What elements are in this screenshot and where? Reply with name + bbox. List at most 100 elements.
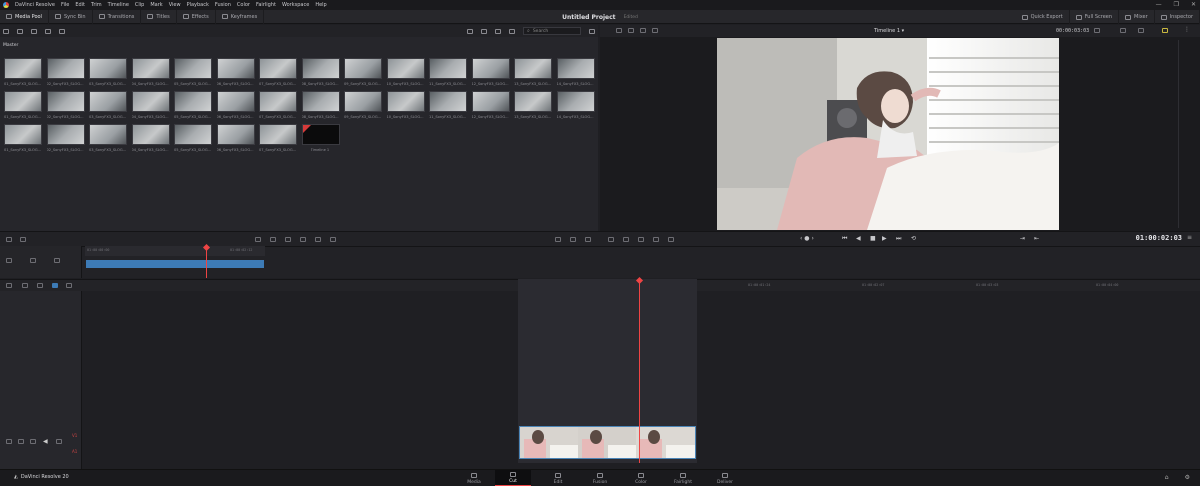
trim-tool-icon[interactable] [608, 237, 614, 242]
place-on-top-icon[interactable] [315, 237, 321, 242]
clip-thumbnail[interactable] [131, 124, 170, 145]
menu-color[interactable]: Color [237, 2, 250, 8]
audio-level-icon[interactable] [22, 283, 28, 288]
loop-button[interactable]: ⟲ [911, 235, 916, 242]
play-button[interactable]: ▶ [882, 235, 887, 242]
marker-icon[interactable] [638, 237, 644, 242]
clip-thumbnail[interactable] [556, 91, 595, 112]
safe-area-icon[interactable] [1138, 28, 1144, 33]
maximize-button[interactable]: ❐ [1174, 1, 1179, 8]
menu-timeline[interactable]: Timeline [108, 2, 129, 8]
stop-button[interactable]: ■ [870, 235, 876, 242]
mute-icon[interactable] [54, 258, 60, 263]
track-height-icon[interactable] [585, 237, 591, 242]
video-track-icon[interactable] [56, 439, 62, 444]
mixer-button[interactable]: Mixer [1119, 10, 1155, 24]
clip-thumbnail[interactable] [89, 124, 127, 145]
go-to-end-button[interactable]: ⏭ [896, 235, 901, 243]
clip-thumbnail[interactable] [4, 124, 42, 145]
clip-thumbnail[interactable] [471, 58, 510, 79]
clip-thumbnail[interactable] [259, 124, 297, 145]
clip-thumbnail[interactable] [131, 58, 170, 79]
effects-button[interactable]: Effects [177, 9, 216, 24]
clip-thumbnail[interactable] [216, 91, 255, 112]
speed-icon[interactable] [668, 237, 674, 242]
bin-list-icon[interactable] [3, 28, 9, 34]
import-folder-icon[interactable] [31, 28, 37, 34]
display-options-icon[interactable] [1120, 28, 1126, 33]
timeline-thumbnail[interactable] [301, 124, 340, 145]
clip-thumbnail[interactable] [174, 91, 212, 112]
page-media[interactable]: Media [456, 470, 492, 486]
menu-trim[interactable]: Trim [91, 2, 102, 8]
clip-thumbnail[interactable] [429, 91, 467, 112]
source-overwrite-icon[interactable] [330, 237, 336, 242]
menu-help[interactable]: Help [315, 2, 326, 8]
clip-thumbnail[interactable] [514, 91, 552, 112]
zoom-icon[interactable] [1094, 28, 1100, 33]
clip-thumbnail[interactable] [301, 91, 340, 112]
clip-thumbnail[interactable] [259, 91, 297, 112]
prev-edit-button[interactable]: ⇥ [1020, 235, 1025, 242]
clip-thumbnail[interactable] [174, 124, 212, 145]
next-edit-button[interactable]: ⇤ [1034, 235, 1039, 242]
blade-icon[interactable] [20, 237, 26, 242]
audio-icon[interactable] [653, 237, 659, 242]
menu-app[interactable]: DaVinci Resolve [15, 2, 55, 8]
clip-thumbnail[interactable] [344, 91, 382, 112]
page-fusion[interactable]: Fusion [582, 470, 618, 486]
clip-thumbnail[interactable] [429, 58, 467, 79]
page-edit[interactable]: Edit [540, 470, 576, 486]
track-icon[interactable] [6, 258, 12, 263]
quick-export-button[interactable]: Quick Export [1016, 10, 1070, 24]
menu-workspace[interactable]: Workspace [282, 2, 309, 8]
target-icon[interactable] [18, 439, 24, 444]
clip-thumbnail[interactable] [46, 58, 85, 79]
color-viewer-icon[interactable] [1162, 28, 1168, 33]
more-options-icon[interactable]: ⋮ [1184, 26, 1190, 33]
ripple-overwrite-icon[interactable] [285, 237, 291, 242]
menu-playback[interactable]: Playback [187, 2, 209, 8]
media-pool-button[interactable]: Media Pool [0, 9, 49, 24]
clip-thumbnail[interactable] [46, 91, 85, 112]
blue-flag-icon[interactable] [52, 283, 58, 288]
menu-clip[interactable]: Clip [135, 2, 144, 8]
transport-menu-icon[interactable]: ≡ [1187, 234, 1192, 241]
page-fairlight[interactable]: Fairlight [665, 470, 701, 486]
titles-button[interactable]: Titles [141, 9, 177, 24]
flag-icon[interactable] [623, 237, 629, 242]
menu-file[interactable]: File [61, 2, 69, 8]
menu-fairlight[interactable]: Fairlight [256, 2, 276, 8]
append-icon[interactable] [270, 237, 276, 242]
settings-icon[interactable]: ⚙ [1185, 474, 1190, 481]
layout-icon[interactable] [652, 28, 658, 33]
source-tape-icon[interactable] [628, 28, 634, 33]
link-track-icon[interactable] [6, 439, 12, 444]
minimize-button[interactable]: — [1156, 1, 1162, 8]
search-box[interactable]: ⌕ Search [523, 27, 581, 35]
page-color[interactable]: Color [623, 470, 659, 486]
import-icon[interactable] [17, 28, 23, 34]
go-to-start-button[interactable]: ⏮ [842, 235, 847, 243]
clip-thumbnail[interactable] [386, 91, 425, 112]
audio-track-icon[interactable] [555, 237, 561, 242]
list-view-icon[interactable] [495, 28, 501, 34]
full-screen-button[interactable]: Full Screen [1070, 10, 1120, 24]
thumbnail-view-icon[interactable] [481, 28, 487, 34]
menu-mark[interactable]: Mark [150, 2, 162, 8]
eye-icon[interactable] [66, 283, 72, 288]
download-icon[interactable] [37, 283, 43, 288]
clip-thumbnail[interactable] [89, 58, 127, 79]
transitions-button[interactable]: Transitions [93, 9, 142, 24]
prev-marker-button[interactable]: ‹ ● › [800, 235, 814, 242]
sync-bin-button[interactable]: Sync Bin [49, 9, 93, 24]
clip-thumbnail[interactable] [174, 58, 212, 79]
menu-view[interactable]: View [169, 2, 181, 8]
clip-thumbnail[interactable] [301, 58, 340, 79]
clip-thumbnail[interactable] [4, 91, 42, 112]
strip-view-icon[interactable] [509, 28, 515, 34]
sort-icon[interactable] [45, 28, 51, 34]
close-button[interactable]: ✕ [1191, 1, 1196, 8]
clip-thumbnail[interactable] [131, 91, 170, 112]
clip-thumbnail[interactable] [471, 91, 510, 112]
